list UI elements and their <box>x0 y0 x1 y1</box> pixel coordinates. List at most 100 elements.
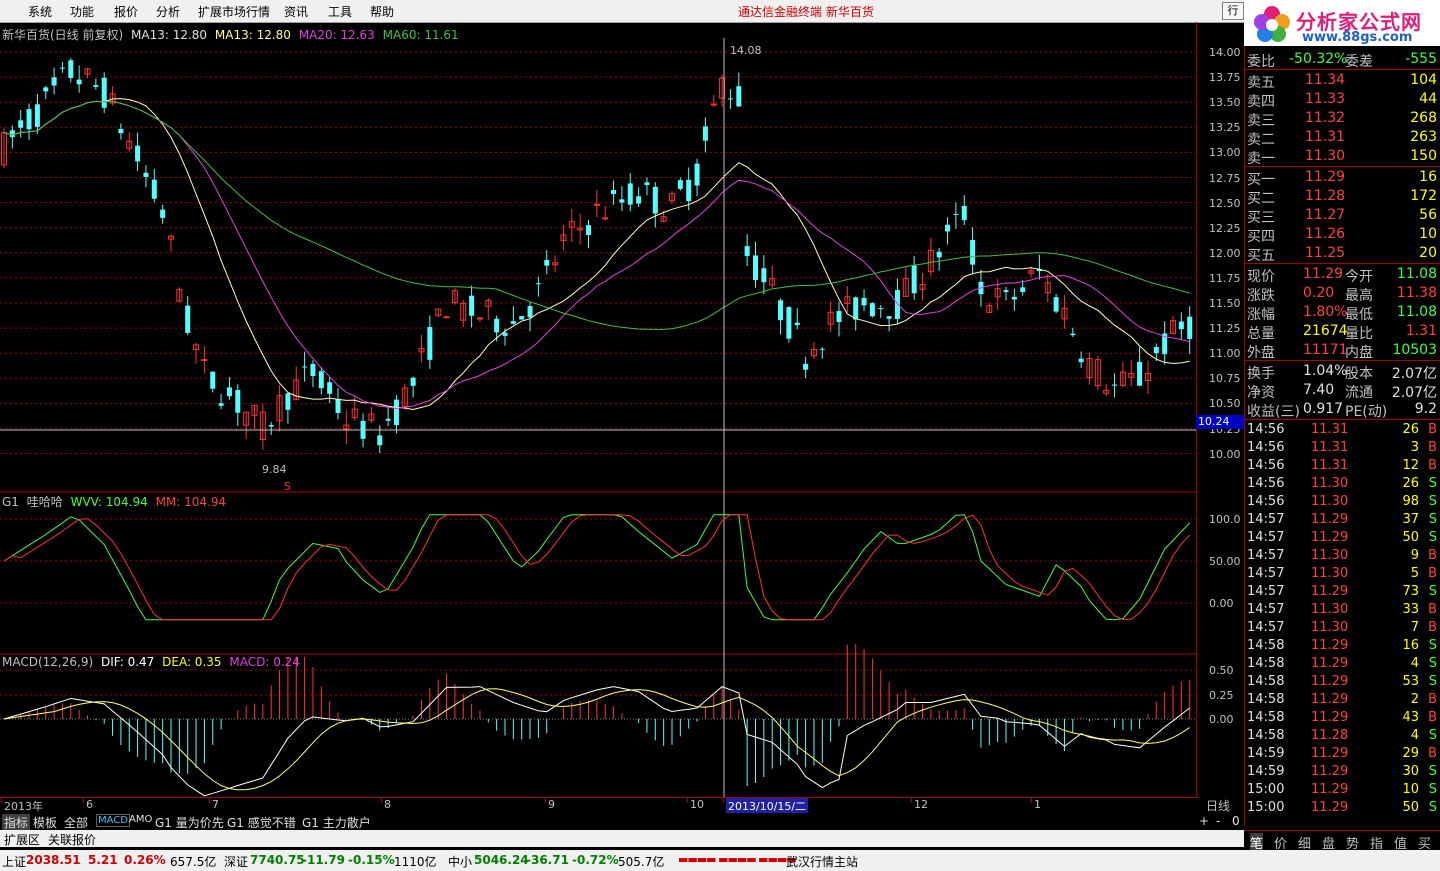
stat-row: 涨跌 0.20 最高 11.38 <box>1245 284 1440 304</box>
fund-value-2: 2.07亿 <box>1391 385 1437 401</box>
candle-body-down <box>51 77 57 86</box>
tick-volume: 73 <box>1402 584 1419 599</box>
candle-body-down <box>43 87 49 92</box>
sell-level-label: 卖四 <box>1247 94 1275 110</box>
stat-label-2: 今开 <box>1345 269 1373 285</box>
tick-time: 14:57 <box>1247 620 1285 635</box>
mm-line <box>3 514 1191 621</box>
zoom-in-button[interactable]: + <box>1199 814 1209 828</box>
tick-volume: 26 <box>1402 422 1419 437</box>
menu-news[interactable]: 资讯 <box>284 3 308 20</box>
tick-volume: 2 <box>1410 692 1419 707</box>
quote-panel: 委比 -50.32% 委差 -555 卖五 11.34 104 卖四 11.33 44 卖三 11.3… <box>1244 46 1440 826</box>
low-price-label: 9.84 <box>262 463 287 476</box>
tick-time: 14:56 <box>1247 494 1285 509</box>
buy-level-row: 买一 11.29 16 <box>1245 168 1440 188</box>
tick-volume: 50 <box>1402 800 1419 815</box>
tick-time: 14:58 <box>1247 692 1285 707</box>
window-title: 通达信金融终端 新华百货 <box>738 5 874 19</box>
tab-all[interactable]: 全部 <box>64 814 88 831</box>
logo-url: www.88gs.com <box>1302 30 1413 45</box>
flower-logo-icon <box>1254 6 1290 42</box>
price-tick: 11.00 <box>1209 347 1241 361</box>
tick-price: 11.29 <box>1311 638 1349 653</box>
sell-volume: 263 <box>1410 129 1437 145</box>
ind1-wvv: WVV: 104.94 <box>70 495 148 509</box>
tick-price: 11.29 <box>1311 710 1349 725</box>
macd-tick: 0.00 <box>1209 713 1234 726</box>
tab-related-quote[interactable]: 关联报价 <box>48 831 96 848</box>
candle-body-down <box>285 393 291 410</box>
price-tick: 10.00 <box>1209 447 1241 461</box>
buy-volume: 16 <box>1419 169 1437 185</box>
candle-body-down <box>68 60 74 78</box>
station-name[interactable]: 武汉行情主站 <box>786 853 858 870</box>
candle-body-down <box>101 77 107 108</box>
sell-level-label: 卖三 <box>1247 113 1275 129</box>
candle-body-down <box>335 398 341 413</box>
tab-g1-volume[interactable]: G1 量为价先 <box>155 814 224 831</box>
buy-volume: 56 <box>1419 207 1437 223</box>
tick-volume: 53 <box>1402 674 1419 689</box>
tab-amo[interactable]: AMO <box>129 814 152 825</box>
menu-ext-market[interactable]: 扩展市场行情 <box>198 3 270 20</box>
tick-price: 11.31 <box>1311 458 1349 473</box>
candle-body-down <box>686 179 692 202</box>
candle-body-down <box>76 79 82 85</box>
site-logo: 分析家公式网 www.88gs.com <box>1244 0 1440 46</box>
candle-body-down <box>945 224 951 232</box>
tick-side: S <box>1428 800 1437 815</box>
tick-side: S <box>1428 584 1437 599</box>
sell-price: 11.31 <box>1305 129 1346 145</box>
tick-time: 14:58 <box>1247 710 1285 725</box>
candle-body-down <box>677 180 683 189</box>
tick-price: 11.30 <box>1311 494 1349 509</box>
tick-row: 14:57 11.29 73 S <box>1245 583 1440 601</box>
menu-analysis[interactable]: 分析 <box>156 3 180 20</box>
date-tick: 9 <box>548 798 555 811</box>
menu-help[interactable]: 帮助 <box>370 3 394 20</box>
buy-volume: 172 <box>1410 188 1437 204</box>
status-bar: 上证 2038.51 5.21 0.26% 657.5亿 深证 7740.75 … <box>0 850 1440 871</box>
fund-label: 换手 <box>1247 366 1275 382</box>
candle-body-down <box>377 435 383 446</box>
sell-price: 11.34 <box>1305 72 1346 88</box>
tick-price: 11.29 <box>1311 800 1349 815</box>
candle-body-down <box>210 371 216 389</box>
date-tick-mark <box>911 798 912 803</box>
price-axis: 14.00 13.75 13.50 13.25 13.00 12.75 12.50 12.25… <box>1196 22 1245 798</box>
menu-system[interactable]: 系统 <box>28 3 52 20</box>
menu-quote[interactable]: 报价 <box>114 3 138 20</box>
macd-title: MACD(12,26,9) <box>2 655 94 669</box>
tab-g1-main[interactable]: G1 主力散户 <box>302 814 371 831</box>
tab-macd[interactable]: MACD <box>96 814 130 827</box>
tick-price: 11.30 <box>1311 548 1349 563</box>
zoom-out-button[interactable]: - <box>1216 814 1220 828</box>
tab-g1-feel[interactable]: G1 感觉不错 <box>227 814 296 831</box>
kline-chart[interactable]: 14.08 9.84 S <box>0 22 1196 798</box>
ma13-label: MA13: 12.80 <box>131 28 208 42</box>
tick-row: 14:56 11.31 26 B <box>1245 421 1440 439</box>
tab-template[interactable]: 模板 <box>33 814 57 831</box>
stat-value-2: 11.38 <box>1396 285 1437 301</box>
tick-time: 14:56 <box>1247 422 1285 437</box>
high-price-label: 14.08 <box>730 44 762 57</box>
tab-extension-area[interactable]: 扩展区 <box>4 831 40 848</box>
tick-side: S <box>1428 476 1437 491</box>
window-button[interactable]: 行 <box>1222 2 1244 20</box>
menu-function[interactable]: 功能 <box>70 3 94 20</box>
fund-value: 7.40 <box>1303 382 1335 398</box>
date-tick-mark <box>381 798 382 803</box>
menu-tools[interactable]: 工具 <box>328 3 352 20</box>
macd-dif: DIF: 0.47 <box>100 655 155 669</box>
tick-price: 11.29 <box>1311 782 1349 797</box>
date-tick-mark <box>545 798 546 803</box>
ind1-tick: 0.00 <box>1209 597 1234 610</box>
period-label[interactable]: 日线 <box>1206 797 1230 814</box>
fund-value-2: 9.2 <box>1414 401 1437 417</box>
macd-header: MACD(12,26,9) DIF: 0.47 DEA: 0.35 MACD: … <box>2 655 300 669</box>
tick-volume: 9 <box>1410 548 1419 563</box>
zoom-reset-button[interactable]: 0 <box>1232 814 1240 828</box>
tick-price: 11.30 <box>1311 566 1349 581</box>
tab-indicator[interactable]: 指标 <box>2 814 31 831</box>
